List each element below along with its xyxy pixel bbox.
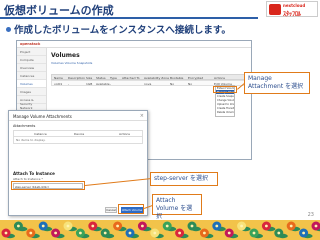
dialog-body: Attachments Instance Device Actions No i…	[13, 124, 143, 144]
flower-center-decoration	[178, 231, 182, 235]
dialog-title: Manage Volume Attachments	[13, 114, 72, 119]
flower-center-decoration	[314, 224, 318, 228]
callout-step-server: step-server を選択	[150, 172, 218, 186]
flower-center-decoration	[227, 231, 231, 235]
sidebar-item[interactable]: Project	[17, 48, 46, 56]
flower-center-decoration	[29, 231, 33, 235]
flower-center-decoration	[128, 231, 132, 235]
table-column-header: Description	[68, 75, 86, 80]
callout-manage-attachment: Manage Attachment を選択	[244, 72, 310, 94]
volumes-tabs[interactable]: Volumes Volume Snapshots	[51, 61, 92, 65]
bullet-icon	[6, 27, 11, 32]
flower-center-decoration	[103, 231, 107, 235]
sidebar-item[interactable]: Images	[17, 88, 46, 96]
flower-center-decoration	[265, 224, 268, 228]
logo-text-top: nextcloud	[283, 3, 306, 8]
flower-center-decoration	[4, 231, 8, 235]
table-column-header: Encrypted	[188, 75, 204, 80]
screenshot-topbar: openstack	[17, 41, 251, 48]
highlight-instance-select	[11, 181, 85, 190]
flower-center-decoration	[277, 231, 281, 235]
attach-to-instance-heading: Attach To Instance	[13, 171, 55, 176]
attachments-section-label: Attachments	[13, 124, 36, 128]
flower-center-decoration	[91, 224, 95, 228]
menu-item[interactable]: Delete Volume	[216, 110, 234, 114]
flower-center-decoration	[41, 224, 45, 228]
flower-center-decoration	[165, 224, 169, 228]
menu-item[interactable]: Upload to Image	[216, 102, 234, 106]
floral-footer-decoration	[0, 220, 320, 240]
callout-attach-volume: Attach Volume を選択	[152, 194, 202, 220]
volumes-page-title: Volumes	[51, 52, 80, 59]
close-icon[interactable]: ×	[140, 113, 144, 119]
table-cell: No	[188, 81, 193, 86]
flower-center-decoration	[289, 224, 293, 228]
table-column-header: Status	[96, 75, 106, 80]
slide-title: 仮想ボリュームの作成	[4, 4, 114, 17]
sidebar-item[interactable]: Access & Security	[17, 96, 46, 106]
table-column-header: Availability Zone	[144, 75, 169, 80]
flower-center-decoration	[240, 224, 244, 228]
flower-center-decoration	[153, 231, 157, 235]
flower-center-decoration	[252, 231, 256, 235]
logo-mark-icon	[269, 4, 281, 15]
table-cell: nova	[144, 81, 152, 86]
title-underline	[0, 17, 258, 19]
bullet-text: 作成したボリュームをインスタンスへ接続します。	[14, 25, 231, 36]
flower-center-decoration	[141, 224, 144, 228]
menu-item[interactable]: Create Snapshot	[216, 94, 234, 98]
attachments-table: Instance Device Actions No items to disp…	[13, 130, 143, 144]
flower-center-decoration	[66, 224, 70, 228]
flower-center-decoration	[79, 231, 82, 235]
sidebar-item[interactable]: Volumes	[17, 80, 46, 88]
table-column-header: Type	[110, 75, 117, 80]
flower-center-decoration	[302, 231, 305, 235]
table-cell: -	[110, 81, 112, 86]
flower-center-decoration	[17, 224, 20, 228]
menu-item[interactable]: Create Transfer	[216, 106, 234, 110]
highlight-manage-attachments	[213, 86, 237, 93]
table-cell: Available	[96, 81, 110, 86]
flower-center-decoration	[54, 231, 57, 235]
page-number: 23	[307, 212, 314, 218]
attachments-header-divider	[14, 136, 142, 137]
dialog-header: Manage Volume Attachments ×	[9, 111, 147, 121]
cancel-button[interactable]: Cancel	[105, 207, 117, 213]
flower-center-decoration	[203, 231, 206, 235]
logo-text-bottom: ｽﾀｯﾌﾛﾙ	[283, 11, 302, 18]
attachments-empty-text: No items to display.	[16, 138, 46, 142]
table-cell: vol01	[54, 81, 63, 86]
brand-label: openstack	[20, 42, 41, 46]
company-logo: nextcloud ｽﾀｯﾌﾛﾙ	[266, 1, 318, 18]
table-column-header: Name	[54, 75, 63, 80]
highlight-attach-volume	[118, 204, 144, 214]
sidebar-item[interactable]: Overview	[17, 64, 46, 72]
flower-center-decoration	[116, 224, 119, 228]
table-cell: -	[68, 81, 70, 86]
table-column-header: Actions	[214, 75, 225, 80]
table-column-header: Bootable	[170, 75, 184, 80]
menu-item[interactable]: Change Volume Type	[216, 98, 234, 102]
table-column-header: Attached To	[122, 75, 140, 80]
table-cell: 1GB	[86, 81, 93, 86]
flower-center-decoration	[215, 224, 219, 228]
table-column-header: Size	[86, 75, 93, 80]
table-cell: No	[170, 81, 175, 86]
sidebar-item[interactable]: Instances	[17, 72, 46, 80]
flower-center-decoration	[190, 224, 194, 228]
manage-attachments-dialog: Manage Volume Attachments × Attachments …	[8, 110, 148, 216]
sidebar-item[interactable]: Compute	[17, 56, 46, 64]
